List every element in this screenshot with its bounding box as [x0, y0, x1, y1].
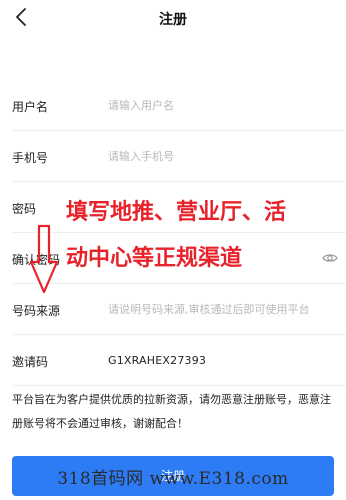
- annotation-text-line-1: 填写地推、营业厅、活: [66, 200, 287, 225]
- number-source-row: 号码来源: [12, 284, 346, 335]
- invite-code-label: 邀请码: [12, 355, 49, 369]
- annotation-text-line-2: 动中心等正规渠道: [66, 246, 243, 271]
- invite-code-row: 邀请码: [12, 335, 346, 386]
- phone-input[interactable]: [108, 145, 344, 167]
- invite-code-input[interactable]: [108, 349, 344, 371]
- username-input[interactable]: [108, 94, 344, 116]
- password-label: 密码: [12, 202, 37, 216]
- username-row: 用户名: [12, 80, 346, 131]
- eye-icon[interactable]: [322, 250, 338, 266]
- username-label: 用户名: [12, 100, 49, 114]
- annotation-down-arrow-icon: [29, 224, 59, 294]
- registration-notice: 平台旨在为客户提供优质的拉新资源，请勿恶意注册账号，恶意注册账号将不会通过审核，…: [12, 393, 331, 430]
- page-title: 注册: [159, 12, 187, 28]
- nav-bar: 注册: [0, 0, 346, 40]
- site-watermark: 318首码网 www.E318.com: [57, 469, 289, 489]
- phone-label: 手机号: [12, 151, 49, 165]
- number-source-label: 号码来源: [12, 304, 61, 318]
- phone-row: 手机号: [12, 131, 346, 182]
- number-source-input[interactable]: [108, 298, 344, 320]
